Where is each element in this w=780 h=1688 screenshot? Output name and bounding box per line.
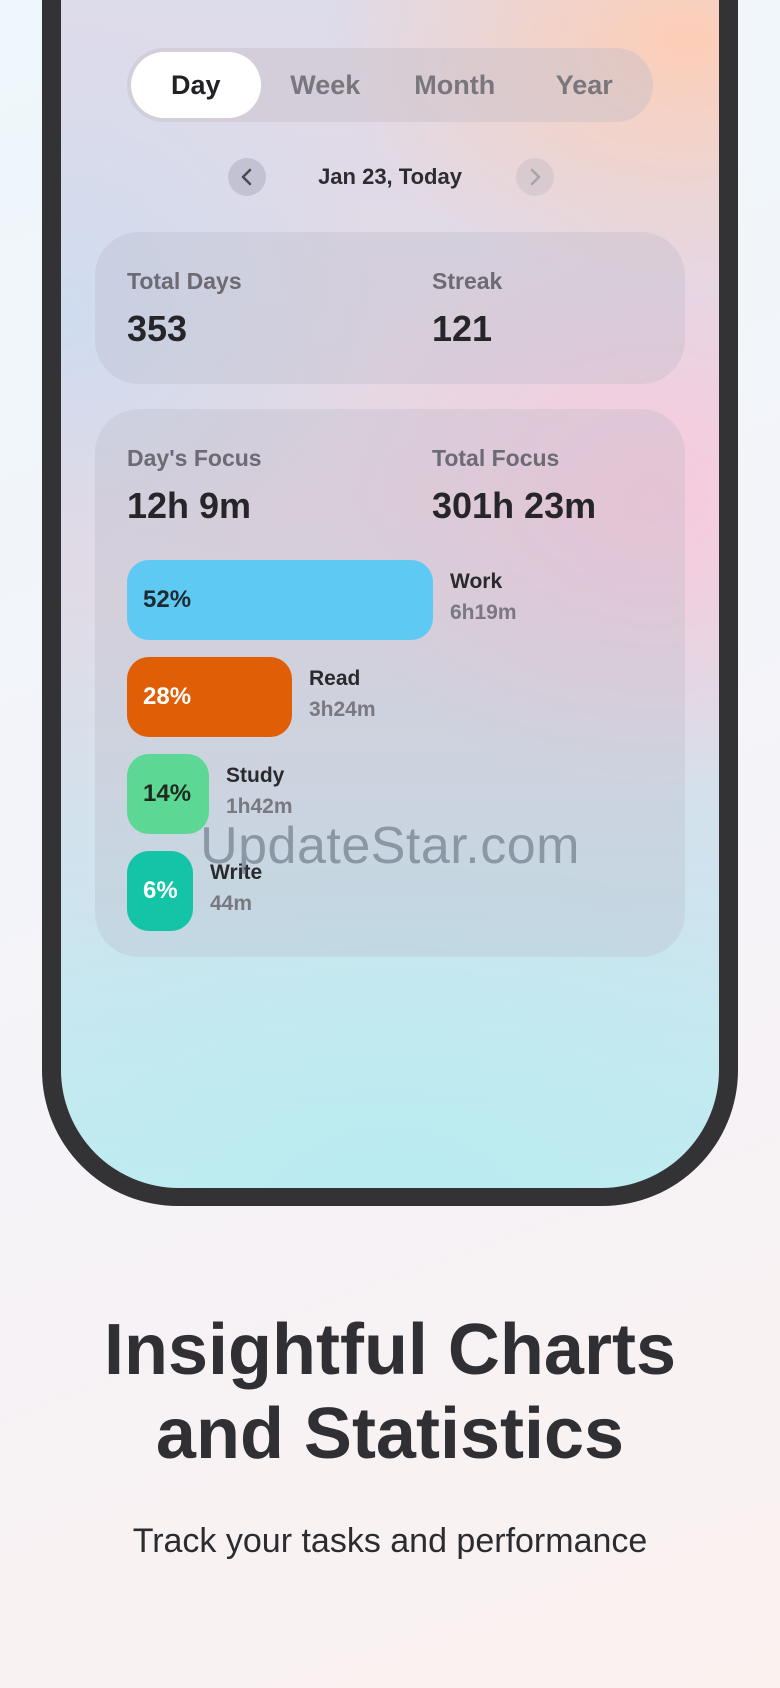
- tab-day[interactable]: Day: [131, 52, 261, 118]
- promo-headline: Insightful Charts and Statistics: [0, 1308, 780, 1476]
- next-date-button[interactable]: [516, 158, 554, 196]
- chevron-right-icon: [530, 168, 541, 186]
- promo-headline-line2: and Statistics: [155, 1394, 625, 1474]
- category-name: Study: [226, 764, 285, 787]
- promo-subtitle: Track your tasks and performance: [132, 1522, 648, 1560]
- category-bar-work: 52%: [127, 560, 433, 640]
- total-focus-label: Total Focus: [432, 445, 560, 471]
- total-focus-value: 301h 23m: [432, 485, 597, 526]
- watermark: UpdateStar.com: [200, 817, 580, 875]
- category-percent: 6%: [143, 877, 178, 904]
- category-bar-read: 28%: [127, 657, 292, 737]
- total-days-label: Total Days: [127, 268, 242, 294]
- category-name: Work: [450, 570, 503, 593]
- date-navigator: Jan 23, Today: [61, 158, 719, 196]
- category-name: Read: [309, 667, 361, 690]
- category-time: 3h24m: [309, 698, 376, 721]
- previous-date-button[interactable]: [228, 158, 266, 196]
- phone-frame: Day Week Month Year Jan 23, Today Total …: [42, 0, 738, 1206]
- category-percent: 52%: [143, 586, 192, 613]
- period-segmented-control: Day Week Month Year: [127, 48, 653, 122]
- tab-year[interactable]: Year: [520, 52, 650, 118]
- streak-value: 121: [432, 308, 493, 349]
- streak-label: Streak: [432, 268, 503, 294]
- current-date-label: Jan 23, Today: [318, 164, 462, 189]
- day-focus-value: 12h 9m: [127, 485, 252, 526]
- day-focus-label: Day's Focus: [127, 445, 262, 471]
- chevron-left-icon: [241, 168, 252, 186]
- summary-card: Total Days 353 Streak 121: [95, 232, 685, 384]
- total-days-value: 353: [127, 308, 188, 349]
- tab-week[interactable]: Week: [261, 52, 391, 118]
- tab-month[interactable]: Month: [390, 52, 520, 118]
- phone-screen: Day Week Month Year Jan 23, Today Total …: [61, 0, 719, 1188]
- category-time: 6h19m: [450, 601, 517, 624]
- category-percent: 28%: [143, 683, 192, 710]
- promo-headline-line1: Insightful Charts: [104, 1310, 676, 1390]
- category-time: 44m: [210, 892, 253, 915]
- category-percent: 14%: [143, 780, 192, 807]
